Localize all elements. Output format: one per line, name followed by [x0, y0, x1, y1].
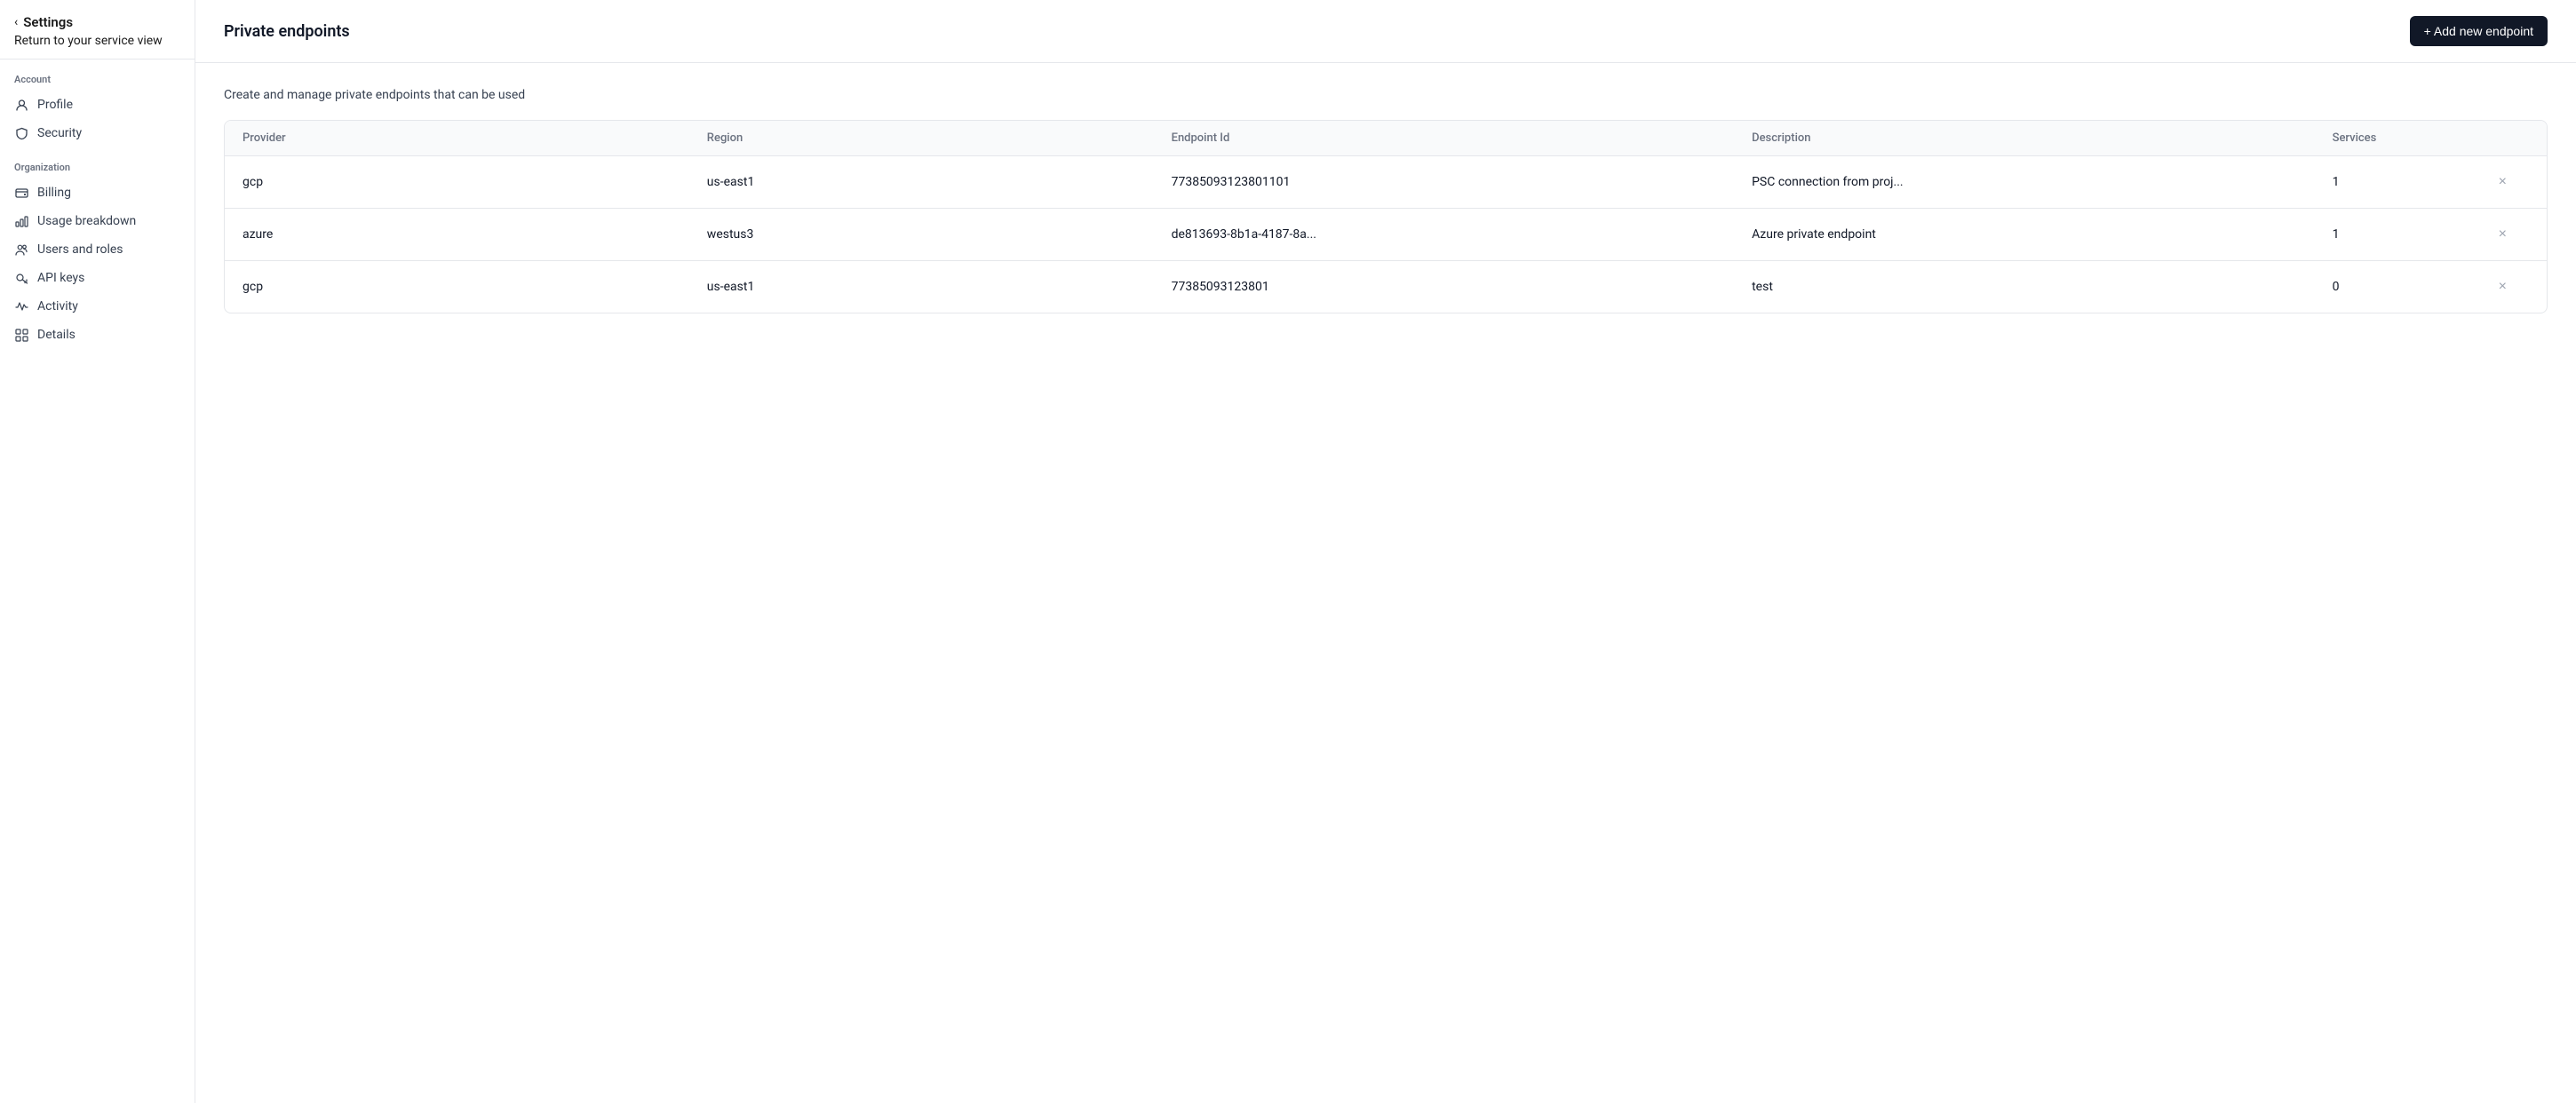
back-link[interactable]: ‹ Settings [14, 14, 180, 30]
table-header-row: Provider Region Endpoint Id Description … [225, 121, 2547, 156]
main-body: Create and manage private endpoints that… [195, 63, 2576, 338]
cell-provider-1: azure [225, 209, 689, 261]
activity-icon [14, 299, 28, 313]
column-header-endpoint-id: Endpoint Id [1154, 121, 1735, 156]
return-text: Return to your service view [14, 34, 180, 48]
sidebar-item-activity-label: Activity [37, 299, 78, 313]
sidebar-item-details-label: Details [37, 328, 76, 342]
page-description: Create and manage private endpoints that… [224, 88, 2548, 102]
back-arrow-icon: ‹ [14, 15, 18, 29]
account-section-label: Account [0, 60, 195, 91]
column-header-services: Services [2315, 121, 2477, 156]
sidebar-item-users-and-roles[interactable]: Users and roles [0, 235, 195, 264]
page-title: Private endpoints [224, 22, 350, 41]
cell-region-0: us-east1 [689, 156, 1154, 209]
wallet-icon [14, 186, 28, 200]
table-row: azure westus3 de813693-8b1a-4187-8a... A… [225, 209, 2547, 261]
sidebar-item-usage-breakdown[interactable]: Usage breakdown [0, 207, 195, 235]
person-icon [14, 98, 28, 112]
shield-icon [14, 126, 28, 140]
cell-action-0: × [2477, 156, 2547, 209]
cell-description-1: Azure private endpoint [1734, 209, 2315, 261]
chart-icon [14, 214, 28, 228]
sidebar-item-profile[interactable]: Profile [0, 91, 195, 119]
add-new-endpoint-button[interactable]: + Add new endpoint [2410, 16, 2548, 46]
main-content-area: Private endpoints + Add new endpoint Cre… [195, 0, 2576, 1103]
sidebar-item-activity[interactable]: Activity [0, 292, 195, 321]
sidebar-item-details[interactable]: Details [0, 321, 195, 349]
sidebar-item-security[interactable]: Security [0, 119, 195, 147]
remove-endpoint-button-2[interactable]: × [2495, 275, 2510, 298]
column-header-action [2477, 121, 2547, 156]
cell-provider-2: gcp [225, 261, 689, 313]
people-icon [14, 242, 28, 257]
cell-action-2: × [2477, 261, 2547, 313]
column-header-provider: Provider [225, 121, 689, 156]
sidebar-item-api-keys[interactable]: API keys [0, 264, 195, 292]
column-header-region: Region [689, 121, 1154, 156]
cell-description-2: test [1734, 261, 2315, 313]
cell-region-2: us-east1 [689, 261, 1154, 313]
main-header: Private endpoints + Add new endpoint [195, 0, 2576, 63]
settings-title: Settings [23, 14, 73, 30]
sidebar: ‹ Settings Return to your service view A… [0, 0, 195, 1103]
cell-description-0: PSC connection from proj... [1734, 156, 2315, 209]
sidebar-item-api-keys-label: API keys [37, 271, 84, 285]
cell-endpoint-id-1: de813693-8b1a-4187-8a... [1154, 209, 1735, 261]
endpoints-table-container: Provider Region Endpoint Id Description … [224, 120, 2548, 313]
sidebar-item-profile-label: Profile [37, 98, 73, 112]
remove-endpoint-button-1[interactable]: × [2495, 223, 2510, 246]
cell-endpoint-id-0: 77385093123801101 [1154, 156, 1735, 209]
column-header-description: Description [1734, 121, 2315, 156]
sidebar-item-security-label: Security [37, 126, 82, 140]
sidebar-item-billing-label: Billing [37, 186, 71, 200]
organization-section-label: Organization [0, 147, 195, 179]
table-row: gcp us-east1 77385093123801101 PSC conne… [225, 156, 2547, 209]
sidebar-item-usage-breakdown-label: Usage breakdown [37, 214, 136, 228]
sidebar-item-users-and-roles-label: Users and roles [37, 242, 123, 257]
grid-icon [14, 328, 28, 342]
cell-endpoint-id-2: 77385093123801 [1154, 261, 1735, 313]
sidebar-item-billing[interactable]: Billing [0, 179, 195, 207]
cell-action-1: × [2477, 209, 2547, 261]
table-row: gcp us-east1 77385093123801 test 0 × [225, 261, 2547, 313]
cell-provider-0: gcp [225, 156, 689, 209]
key-icon [14, 271, 28, 285]
sidebar-header: ‹ Settings Return to your service view [0, 0, 195, 60]
cell-region-1: westus3 [689, 209, 1154, 261]
cell-services-1: 1 [2315, 209, 2477, 261]
cell-services-2: 0 [2315, 261, 2477, 313]
cell-services-0: 1 [2315, 156, 2477, 209]
remove-endpoint-button-0[interactable]: × [2495, 171, 2510, 194]
endpoints-table: Provider Region Endpoint Id Description … [225, 121, 2547, 313]
